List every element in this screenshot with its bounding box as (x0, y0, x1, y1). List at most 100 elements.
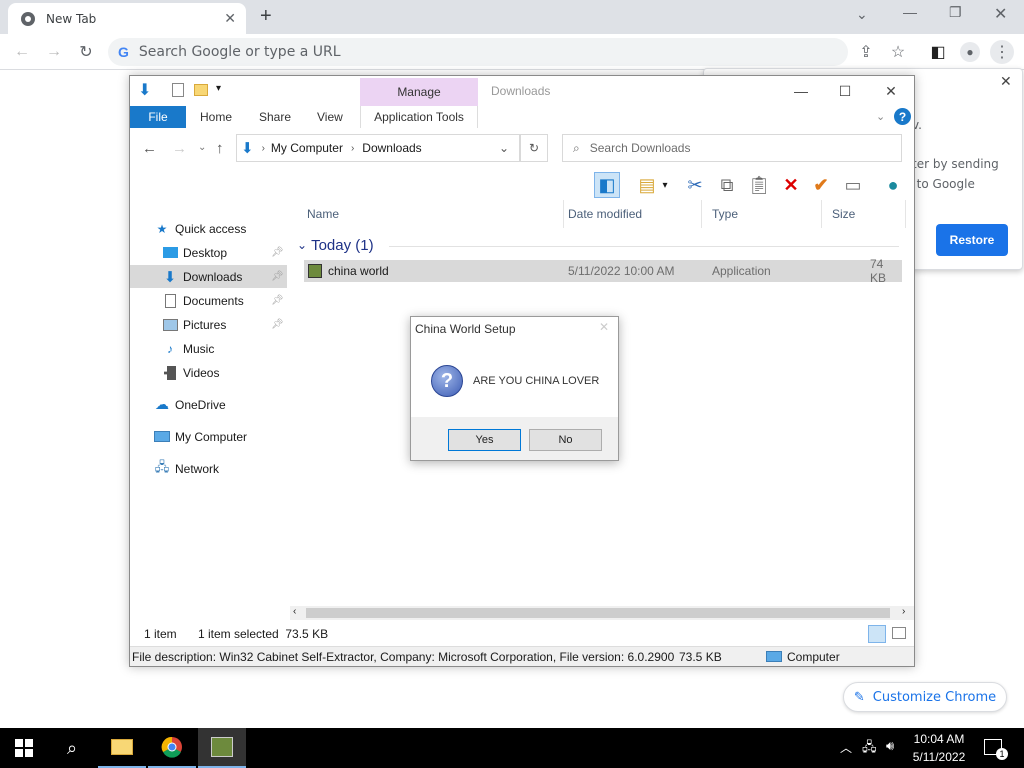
cut-icon[interactable]: ✂ (682, 172, 708, 198)
nav-my-computer[interactable]: My Computer (130, 425, 287, 448)
nav-back-icon[interactable]: ← (142, 140, 157, 157)
up-icon[interactable]: ↑ (216, 140, 224, 157)
horizontal-scrollbar[interactable]: ‹ › (290, 606, 914, 620)
group-header-today[interactable]: ⌄ Today (1) (297, 234, 374, 256)
breadcrumb-current[interactable]: Downloads (362, 141, 421, 155)
minimize-icon[interactable]: — (903, 4, 917, 20)
address-dropdown-icon[interactable]: ⌄ (499, 141, 509, 155)
nav-downloads[interactable]: ⬇ Downloads 📌︎ (130, 265, 287, 288)
paste-icon[interactable]: 📋︎ (746, 172, 772, 198)
column-date-modified[interactable]: Date modified (558, 200, 702, 228)
delete-icon[interactable]: ✕ (778, 172, 804, 198)
nav-videos[interactable]: Videos (130, 361, 287, 384)
scroll-left-icon[interactable]: ‹ (293, 606, 296, 617)
preview-pane-icon[interactable]: ◧ (594, 172, 620, 198)
address-bar[interactable]: ⬇ › My Computer › Downloads ⌄ (236, 134, 520, 162)
popup-text-2: ter by sending (912, 157, 999, 171)
nav-documents[interactable]: Documents 📌︎ (130, 289, 287, 312)
nav-onedrive[interactable]: ☁ OneDrive (130, 393, 287, 416)
file-explorer-taskbar-icon[interactable] (98, 728, 146, 768)
pin-icon[interactable]: 📌︎ (271, 319, 284, 330)
close-window-icon[interactable]: ✕ (994, 4, 1007, 24)
refresh-icon[interactable]: ↻ (520, 134, 548, 162)
qat-dropdown-icon[interactable]: ▾ (216, 83, 221, 94)
help-icon[interactable]: ? (894, 108, 911, 125)
bookmark-star-icon[interactable]: ☆ (886, 40, 910, 64)
tab-share[interactable]: Share (259, 106, 291, 128)
nav-network[interactable]: 🖧︎ Network (130, 457, 287, 480)
copy-icon[interactable]: ⧉ (714, 172, 740, 198)
clock-time: 10:04 AM (913, 732, 965, 746)
profile-icon[interactable]: ● (958, 40, 982, 64)
scroll-right-icon[interactable]: › (902, 606, 905, 617)
new-folder-dropdown-icon[interactable]: ▾ (658, 172, 672, 198)
new-folder-toolbar-icon[interactable]: ▤ (634, 172, 660, 198)
nav-forward-icon[interactable]: → (172, 140, 187, 157)
volume-icon[interactable]: 🔊︎ (886, 738, 894, 754)
globe-icon[interactable]: ● (880, 172, 906, 198)
network-tray-icon[interactable]: 🖧︎ (862, 738, 877, 760)
tab-file[interactable]: File (130, 106, 186, 128)
nav-music[interactable]: ♪ Music (130, 337, 287, 360)
setup-dialog: China World Setup ✕ ? ARE YOU CHINA LOVE… (410, 316, 619, 461)
recent-dropdown-icon[interactable]: ⌄ (198, 142, 206, 153)
no-button[interactable]: No (529, 429, 602, 451)
details-view-icon[interactable] (868, 625, 886, 643)
share-icon[interactable]: ⇪ (854, 40, 878, 64)
pin-icon[interactable]: 📌︎ (271, 247, 284, 258)
file-row[interactable]: china world 5/11/2022 10:00 AM Applicati… (304, 257, 902, 285)
column-type[interactable]: Type (702, 200, 822, 228)
nav-quick-access[interactable]: ★ Quick access (130, 217, 287, 240)
item-count: 1 item (144, 627, 177, 641)
tab-search-icon[interactable]: ⌄ (856, 6, 868, 23)
chrome-tabstrip: New Tab ✕ + ⌄ — ❐ ✕ (0, 0, 1024, 34)
nav-desktop[interactable]: Desktop 📌︎ (130, 241, 287, 264)
restore-button[interactable]: Restore (936, 224, 1008, 256)
restore-icon[interactable]: ❐ (949, 4, 962, 21)
tab-view[interactable]: View (317, 106, 343, 128)
rename-check-icon[interactable]: ✔ (808, 172, 834, 198)
large-icons-view-icon[interactable] (892, 627, 906, 639)
pin-icon[interactable]: 📌︎ (271, 271, 284, 282)
side-panel-icon[interactable]: ◧ (926, 40, 950, 64)
scroll-thumb[interactable] (306, 608, 890, 618)
dialog-close-icon[interactable]: ✕ (599, 320, 609, 334)
explorer-maximize-icon[interactable]: ☐ (822, 76, 868, 106)
tab-new-tab[interactable]: New Tab ✕ (8, 3, 246, 34)
omnibox[interactable]: G Search Google or type a URL (108, 38, 848, 66)
breadcrumb-root[interactable]: My Computer (271, 141, 343, 155)
installer-taskbar-icon[interactable] (198, 728, 246, 768)
search-downloads-input[interactable]: ⌕ Search Downloads (562, 134, 902, 162)
collapse-chevron-icon[interactable]: ⌄ (297, 238, 307, 252)
ribbon-expand-icon[interactable]: ⌄ (876, 110, 885, 123)
explorer-close-icon[interactable]: ✕ (868, 76, 914, 106)
nav-pictures[interactable]: Pictures 📌︎ (130, 313, 287, 336)
navigation-row: ← → ⌄ ↑ ⬇ › My Computer › Downloads ⌄ ↻ … (130, 128, 914, 168)
explorer-minimize-icon[interactable]: — (778, 76, 824, 106)
column-name[interactable]: Name (297, 200, 564, 228)
properties-icon[interactable] (172, 83, 184, 97)
forward-icon[interactable]: → (42, 40, 66, 64)
taskbar-search-icon[interactable]: ⌕ (48, 728, 96, 768)
new-folder-icon[interactable] (194, 84, 208, 96)
yes-button[interactable]: Yes (448, 429, 521, 451)
reload-icon[interactable]: ↻ (74, 40, 98, 64)
customize-label: Customize Chrome (872, 689, 997, 705)
tab-home[interactable]: Home (200, 106, 232, 128)
pin-icon[interactable]: 📌︎ (271, 295, 284, 306)
start-windows-icon[interactable] (0, 728, 48, 768)
properties-toolbar-icon[interactable]: ▭ (840, 172, 866, 198)
back-icon[interactable]: ← (10, 40, 34, 64)
pencil-icon: ✎ (853, 689, 865, 705)
column-size[interactable]: Size (822, 200, 906, 228)
chrome-menu-icon[interactable]: ⋮ (990, 40, 1014, 64)
popup-close-icon[interactable]: ✕ (1000, 73, 1012, 90)
show-hidden-icons-icon[interactable]: ︿ (840, 739, 852, 756)
clock[interactable]: 10:04 AM 5/11/2022 (908, 730, 970, 766)
tab-close-icon[interactable]: ✕ (224, 10, 236, 27)
manage-tab[interactable]: Manage (360, 78, 478, 106)
customize-chrome-button[interactable]: ✎ Customize Chrome (843, 682, 1007, 712)
chrome-taskbar-icon[interactable] (148, 728, 196, 768)
tab-application-tools[interactable]: Application Tools (360, 106, 478, 128)
new-tab-button[interactable]: + (260, 5, 272, 28)
